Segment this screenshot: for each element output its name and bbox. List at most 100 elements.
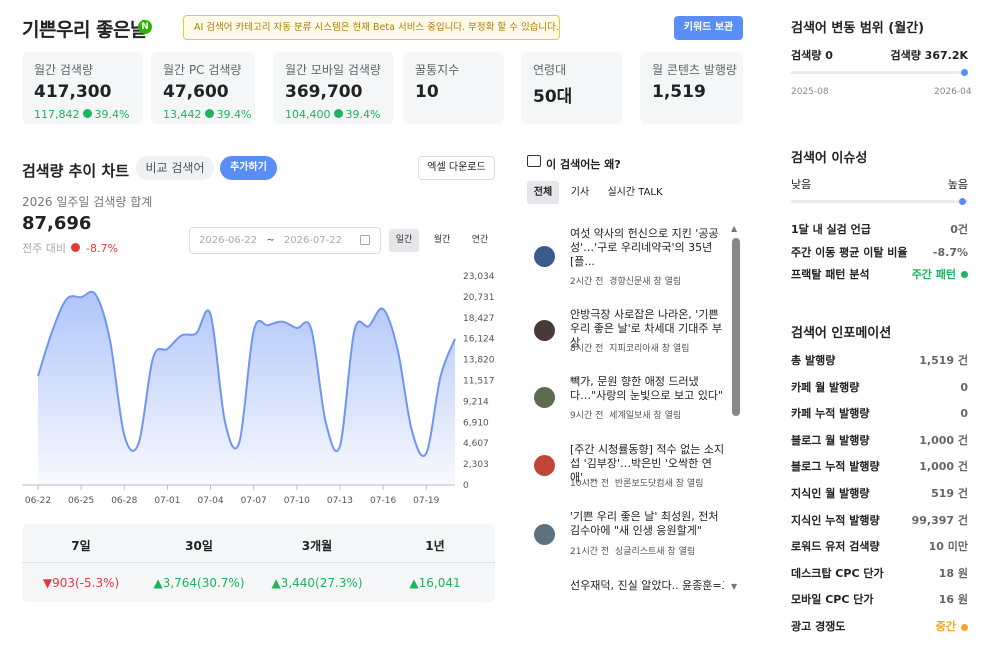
stat-card-monthly: 월간 검색량 417,300 117,842 39.4%	[22, 52, 143, 124]
info-row-label: 모바일 CPC 단가	[791, 593, 874, 607]
date-from: 2026-06-22	[199, 235, 258, 246]
info-row-value: 0	[960, 407, 968, 421]
x-tick-label: 06-22	[25, 496, 51, 506]
period-yearly-button[interactable]: 연간	[465, 229, 495, 252]
issue-row-value: 주간 패턴	[911, 268, 956, 281]
trend-total: 87,696	[22, 213, 92, 234]
stat-sub-pct: 39.4%	[216, 108, 252, 121]
news-source: 지피코리아새 창 열림	[609, 344, 690, 354]
news-title: 빽가, 문원 향한 애정 드러냈다…"사랑의 눈빛으로 보고 있다"	[570, 375, 724, 402]
range-slider	[791, 69, 968, 76]
x-tick-label: 07-19	[413, 496, 439, 506]
news-thumbnail	[534, 387, 555, 408]
summary-header: 1년	[425, 539, 445, 553]
stat-label: 월간 모바일 검색량	[285, 63, 381, 77]
info-row: 블로그 누적 발행량 1,000 건	[791, 459, 968, 475]
info-row-value: 16 원	[938, 593, 968, 607]
news-scrollbar-thumb[interactable]	[732, 238, 740, 416]
keyword-save-button[interactable]: 키워드 보관	[674, 16, 743, 40]
summary-value: ▲3,764(30.7%)	[153, 576, 245, 590]
y-tick-label: 13,820	[463, 356, 495, 366]
news-time: 2시간 전	[570, 277, 604, 287]
news-source: 경향신문새 창 열림	[609, 277, 682, 287]
y-tick-label: 11,517	[463, 377, 495, 387]
info-row-label: 지식인 누적 발행량	[791, 513, 880, 527]
info-row-label: 카페 월 발행량	[791, 380, 860, 394]
scroll-up-icon[interactable]: ▲	[731, 224, 740, 233]
news-source: 반론보도닷컴새 창 열림	[614, 479, 704, 489]
y-tick-label: 20,731	[463, 293, 495, 303]
down-dot-icon	[71, 243, 81, 252]
period-daily-button[interactable]: 일간	[389, 229, 419, 252]
issue-scale: 낮음 높음	[791, 177, 968, 193]
news-tab-all[interactable]: 전체	[527, 181, 559, 204]
stat-label: 월간 PC 검색량	[163, 63, 242, 77]
issue-row-label: 프랙탈 패턴 분석	[791, 268, 870, 281]
news-thumbnail	[534, 320, 555, 341]
period-summary-table: 7일 30일 3개월 1년 ▼903(-5.3%) ▲3,764(30.7%) …	[22, 524, 495, 602]
y-tick-label: 23,034	[463, 272, 495, 282]
info-row-label: 지식인 월 발행량	[791, 487, 870, 500]
stat-card-mobile: 월간 모바일 검색량 369,700 104,400 39.4%	[273, 52, 394, 124]
issue-row: 프랙탈 패턴 분석 주간 패턴	[791, 267, 968, 283]
summary-header: 7일	[71, 539, 91, 553]
issue-row-label: 1달 내 실검 언급	[791, 223, 871, 236]
stat-card-age: 연령대 50대	[521, 52, 622, 124]
news-meta: 8시간 전 지피코리아새 창 열림	[570, 341, 689, 354]
stat-sub-value: 104,400	[285, 108, 331, 121]
range-knob	[961, 69, 968, 76]
news-tab-talk[interactable]: 실시간 TALK	[604, 181, 666, 204]
stat-value: 50대	[533, 87, 573, 107]
excel-download-button[interactable]: 엑셀 다운로드	[418, 156, 495, 180]
news-time: 21시간 전	[570, 547, 610, 557]
info-row-label: 광고 경쟁도	[791, 620, 846, 633]
info-row-label: 총 발행량	[791, 354, 836, 367]
date-range-input[interactable]: 2026-06-22 ~ 2026-07-22	[189, 227, 381, 254]
news-time: 9시간 전	[570, 411, 604, 421]
info-row-label: 블로그 월 발행량	[791, 433, 870, 447]
info-row-label: 로워드 유저 검색량	[791, 540, 880, 554]
y-tick-label: 2,303	[463, 460, 489, 470]
news-time: 8시간 전	[570, 344, 604, 354]
stat-value: 47,600	[163, 82, 229, 102]
x-tick-label: 06-28	[111, 496, 137, 506]
naver-icon: N	[138, 20, 152, 34]
range-to: 2026-04	[934, 87, 972, 97]
summary-value: ▲3,440(27.3%)	[271, 576, 363, 590]
info-row: 광고 경쟁도 중간	[791, 619, 968, 635]
issue-low: 낮음	[791, 178, 812, 191]
period-monthly-button[interactable]: 월간	[427, 229, 457, 252]
info-row-value: 18 원	[938, 566, 968, 580]
y-tick-label: 6,910	[463, 418, 489, 428]
stat-sub-pct: 39.4%	[345, 108, 381, 121]
stat-card-content: 월 콘텐츠 발행량 1,519	[640, 52, 743, 124]
news-source: 싱글리스트새 창 열림	[614, 547, 696, 557]
news-tab-articles[interactable]: 기사	[566, 181, 594, 204]
stat-sub: 13,442 39.4%	[163, 108, 251, 121]
compare-keyword-tab[interactable]: 비교 검색어	[136, 156, 214, 180]
stat-sub-pct: 39.4%	[94, 108, 130, 121]
issue-knob	[959, 198, 967, 205]
issue-row: 주간 이동 평균 이탈 비율 -8.7%	[791, 245, 968, 261]
y-tick-label: 18,427	[463, 314, 495, 324]
info-row-value: 1,519 건	[919, 354, 968, 367]
stat-card-pc: 월간 PC 검색량 47,600 13,442 39.4%	[151, 52, 255, 124]
range-min: 검색량 0	[791, 49, 833, 62]
scroll-down-icon[interactable]: ▼	[731, 582, 740, 591]
y-tick-label: 16,124	[463, 335, 495, 345]
up-dot-icon	[82, 109, 92, 118]
info-row: 블로그 월 발행량 1,000 건	[791, 433, 968, 449]
wow-label: 전주 대비	[22, 242, 66, 255]
range-labels: 검색량 0 검색량 367.2K	[791, 48, 968, 64]
news-thumbnail	[534, 524, 555, 545]
range-title: 검색어 변동 범위 (월간)	[791, 21, 925, 36]
news-meta: 21시간 전 싱글리스트새 창 열림	[570, 544, 695, 557]
news-meta: 2시간 전 경향신문새 창 열림	[570, 274, 681, 287]
news-title: '기쁜 우리 좋은 날' 최성원, 전처 김수아에 "새 인생 응원할게"	[570, 510, 719, 537]
add-keyword-button[interactable]: 추가하기	[220, 156, 277, 180]
info-row: 카페 월 발행량 0	[791, 380, 968, 396]
news-meta: 10시간 전 반론보도닷컴새 창 열림	[570, 476, 703, 489]
news-item[interactable]: 선우재덕, 진실 알았다.. 윤종훈=교	[534, 579, 724, 595]
x-tick-label: 06-25	[68, 496, 94, 506]
y-tick-label: 4,607	[463, 439, 489, 449]
